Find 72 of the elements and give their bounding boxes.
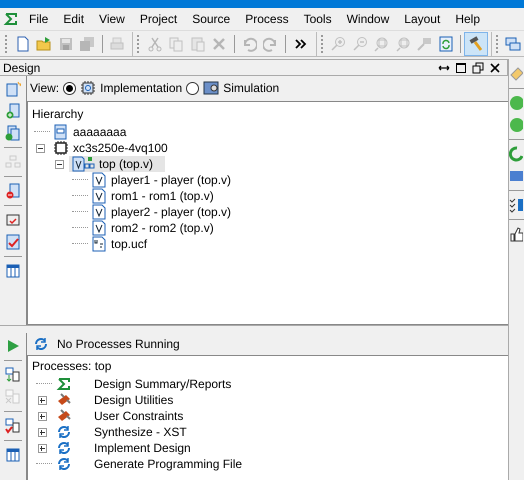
process-step[interactable]: Design Summary/Reports: [94, 377, 232, 391]
tree-item[interactable]: top.ucf: [88, 236, 150, 252]
table-icon[interactable]: [5, 263, 21, 279]
tree-item[interactable]: aaaaaaaa: [50, 124, 130, 140]
radio-label[interactable]: Implementation: [100, 81, 182, 95]
folder-icon[interactable]: [36, 36, 52, 52]
maximize-icon[interactable]: [455, 62, 467, 74]
sync-arrows-icon: [56, 424, 72, 440]
sync-arrows-icon: [33, 336, 49, 352]
chip-check-icon[interactable]: [5, 418, 21, 434]
tree-item[interactable]: player1 - player (top.v): [88, 172, 234, 188]
radio-button[interactable]: [186, 82, 200, 94]
tree-item[interactable]: xc3s250e-4vq100: [50, 140, 171, 156]
toolbox-icon: [56, 408, 72, 424]
hierarchy-title: Hierarchy: [31, 106, 84, 123]
hammer-icon[interactable]: [468, 36, 484, 52]
menu-item[interactable]: Project: [134, 9, 186, 29]
menu-item[interactable]: Edit: [57, 9, 94, 29]
thumbs-up-icon[interactable]: [509, 226, 523, 242]
verilog-file-icon: [91, 204, 107, 220]
process-step[interactable]: Design Utilities: [94, 393, 174, 407]
toolbox-icon: [56, 392, 72, 408]
process-step[interactable]: User Constraints: [94, 409, 184, 423]
chip-check-icon[interactable]: [5, 212, 21, 228]
processes-title: Processes: top: [31, 358, 112, 375]
process-step[interactable]: Generate Programming File: [94, 457, 242, 471]
chip-down-icon[interactable]: [5, 367, 21, 383]
panel-title: Design: [3, 60, 40, 74]
new-file-icon[interactable]: [14, 36, 31, 52]
add-copy-icon[interactable]: [5, 125, 21, 141]
menu-item[interactable]: Layout: [398, 9, 450, 29]
windows-icon[interactable]: [505, 36, 522, 52]
verilog-module-icon: [72, 156, 95, 172]
constraints-file-icon: [91, 236, 107, 252]
refresh-icon[interactable]: [438, 36, 454, 52]
view-label: View:: [30, 81, 60, 95]
table-icon[interactable]: [5, 447, 21, 463]
sigma-icon[interactable]: [3, 11, 19, 27]
radio-button[interactable]: [63, 82, 76, 94]
verilog-file-icon: [91, 188, 107, 204]
chip-icon: [53, 140, 69, 156]
tree-item[interactable]: top (top.v): [69, 156, 166, 172]
sigma-icon: [56, 376, 72, 392]
menu-item[interactable]: Process: [239, 9, 298, 29]
menu-item[interactable]: Window: [340, 9, 398, 29]
radio-label[interactable]: Simulation: [223, 81, 280, 95]
restore-icon[interactable]: [472, 62, 484, 74]
remove-source-icon[interactable]: [5, 183, 21, 199]
menu-item[interactable]: Source: [186, 9, 240, 29]
verilog-file-icon: [91, 172, 107, 188]
project-icon: [53, 124, 69, 140]
process-step[interactable]: Implement Design: [94, 441, 191, 455]
menu-item[interactable]: File: [23, 9, 58, 29]
simulation-icon: [203, 80, 220, 96]
menu-item[interactable]: Help: [449, 9, 489, 29]
new-source-icon[interactable]: [5, 81, 21, 97]
tree-item[interactable]: player2 - player (top.v): [88, 204, 234, 220]
close-icon[interactable]: [489, 62, 501, 74]
menu-item[interactable]: View: [93, 9, 134, 29]
sync-arrows-icon: [56, 440, 72, 456]
tree-item[interactable]: rom2 - rom2 (top.v): [88, 220, 217, 236]
run-icon[interactable]: [5, 338, 21, 354]
add-source-icon[interactable]: [5, 103, 21, 119]
menu-item[interactable]: Tools: [298, 9, 341, 29]
checklist-icon[interactable]: [509, 197, 523, 213]
chip-icon: [80, 80, 96, 96]
process-step[interactable]: Synthesize - XST: [94, 425, 187, 439]
tree-item[interactable]: rom1 - rom1 (top.v): [88, 188, 217, 204]
document-check-icon[interactable]: [5, 234, 21, 250]
verilog-file-icon: [91, 220, 107, 236]
sync-arrows-icon: [56, 456, 72, 472]
status-text: No Processes Running: [57, 337, 180, 351]
